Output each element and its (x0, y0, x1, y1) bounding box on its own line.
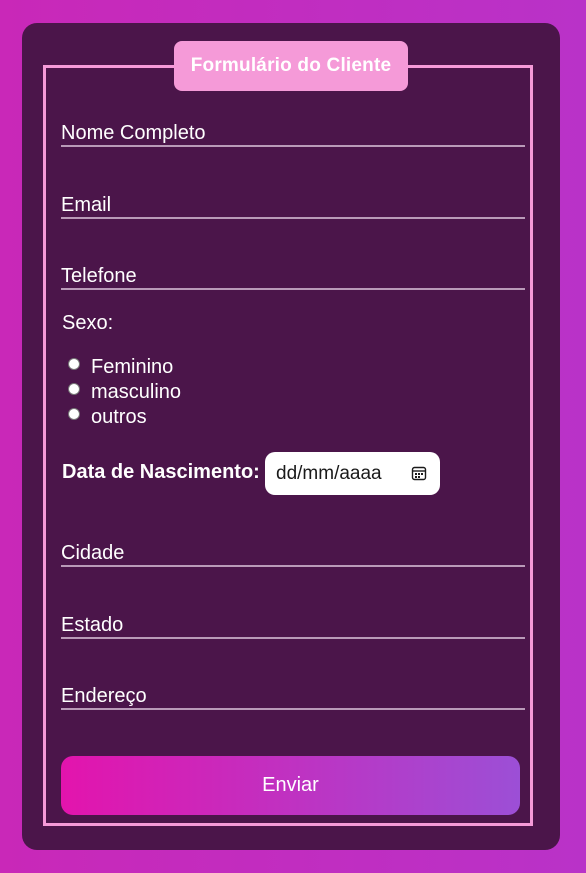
form-card: Formulário do Cliente Nome Completo Emai… (22, 23, 560, 850)
radio-option-masculino[interactable]: masculino (68, 380, 181, 404)
radio-label-feminino: Feminino (91, 356, 174, 378)
cidade-field[interactable]: Cidade (61, 541, 525, 567)
sexo-label: Sexo: (62, 312, 114, 334)
form-fieldset (43, 65, 533, 826)
radio-button[interactable] (68, 358, 80, 370)
radio-label-outros: outros (91, 406, 147, 428)
enviar-button[interactable]: Enviar (61, 756, 520, 815)
data-nascimento-label: Data de Nascimento: (62, 461, 260, 483)
radio-option-feminino[interactable]: Feminino (68, 355, 173, 379)
radio-button[interactable] (68, 408, 80, 420)
email-field[interactable]: Email (61, 193, 525, 219)
radio-label-masculino: masculino (91, 381, 182, 403)
telefone-field[interactable]: Telefone (61, 264, 525, 290)
radio-option-outros[interactable]: outros (68, 405, 147, 429)
calendar-icon[interactable] (411, 465, 427, 481)
date-placeholder: dd/mm/aaaa (276, 462, 382, 484)
form-title: Formulário do Cliente (174, 41, 408, 91)
nome-completo-field[interactable]: Nome Completo (61, 121, 525, 147)
radio-button[interactable] (68, 383, 80, 395)
endereco-field[interactable]: Endereço (61, 684, 525, 710)
data-nascimento-input[interactable]: dd/mm/aaaa (265, 452, 440, 495)
estado-field[interactable]: Estado (61, 613, 525, 639)
